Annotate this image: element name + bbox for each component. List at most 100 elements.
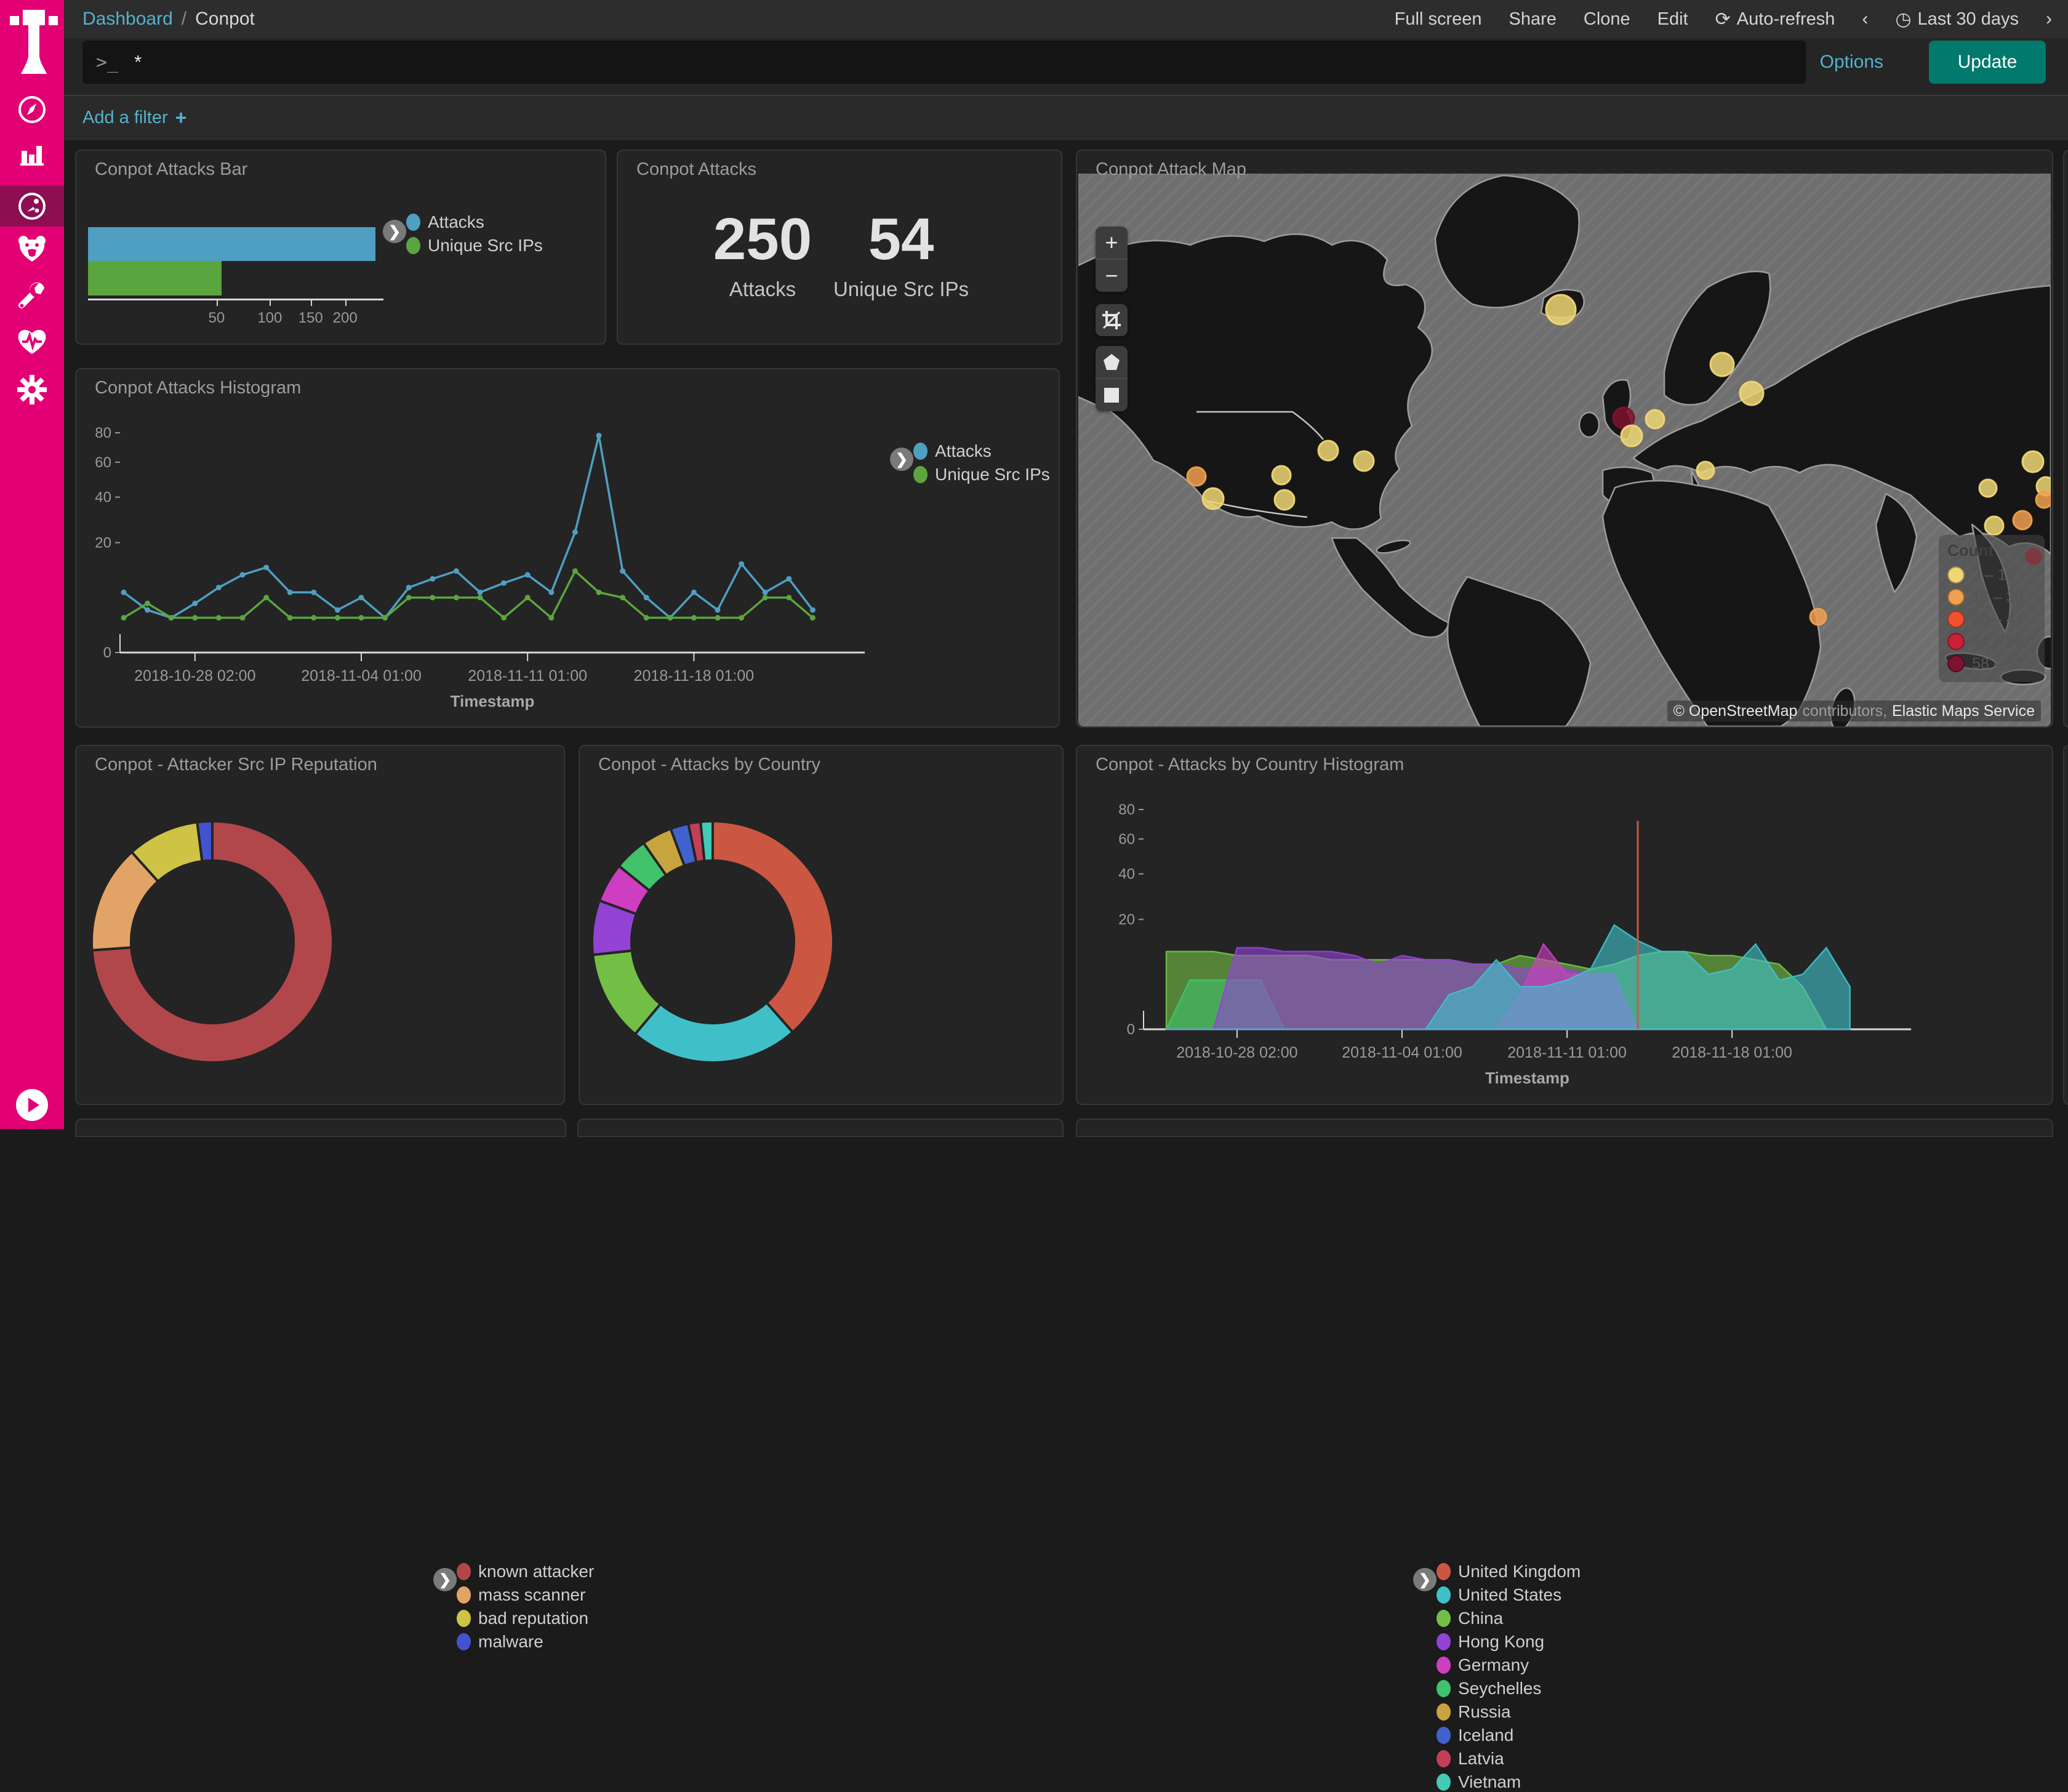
sidebar-item-discover[interactable] xyxy=(0,89,64,130)
sidebar-item-visualize[interactable] xyxy=(0,134,64,174)
clone-button[interactable]: Clone xyxy=(1584,9,1630,30)
share-button[interactable]: Share xyxy=(1509,9,1556,30)
metric-value: 54 xyxy=(827,210,975,269)
attribution-osm[interactable]: © OpenStreetMap xyxy=(1673,702,1798,720)
metric-label: Attacks xyxy=(692,278,833,301)
telekom-logo[interactable] xyxy=(10,10,58,77)
attack-bubble[interactable] xyxy=(2036,492,2051,508)
top-navbar: Dashboard / Conpot Full screen Share Clo… xyxy=(64,0,2068,38)
search-input[interactable]: >_ * xyxy=(82,41,1806,84)
sidebar-item-dev-tools[interactable] xyxy=(0,275,64,316)
legend-item[interactable]: Russia xyxy=(1437,1702,1511,1722)
bar-tick xyxy=(270,299,271,306)
legend-toggle[interactable]: ❯ xyxy=(433,1568,457,1591)
query-value: * xyxy=(134,51,142,73)
map-legend-dot xyxy=(1947,655,1965,672)
attack-bubble[interactable] xyxy=(2013,511,2032,529)
attack-bubble[interactable] xyxy=(1272,466,1291,484)
edit-button[interactable]: Edit xyxy=(1657,9,1688,30)
attack-bubble[interactable] xyxy=(1710,353,1734,376)
panel-src-ip-reputation: Conpot - Attacker Src IP Reputation ❯kno… xyxy=(75,745,565,1105)
legend-label: Attacks xyxy=(935,441,992,461)
legend-toggle[interactable]: ❯ xyxy=(383,220,406,243)
country-donut-chart xyxy=(580,746,1062,1104)
time-back-button[interactable]: ‹ xyxy=(1862,9,1868,30)
draw-polygon-button[interactable] xyxy=(1096,346,1128,378)
sidebar-item-management[interactable] xyxy=(0,369,64,410)
svg-text:2018-11-18 01:00: 2018-11-18 01:00 xyxy=(1672,1044,1792,1061)
legend-item[interactable]: Seychelles xyxy=(1437,1679,1541,1698)
sidebar-item-timelion[interactable] xyxy=(0,229,64,270)
legend-item[interactable]: Vietnam xyxy=(1437,1772,1521,1792)
legend-item[interactable]: malware xyxy=(457,1632,543,1652)
map-legend-dot xyxy=(1947,633,1965,650)
attack-bubble[interactable] xyxy=(1546,295,1576,324)
zoom-in-button[interactable]: + xyxy=(1096,227,1128,259)
legend-item[interactable]: Attacks xyxy=(406,212,484,232)
panel-attack-map: Conpot Attack Map xyxy=(1076,150,2053,728)
bar-Attacks[interactable] xyxy=(88,227,375,261)
legend-dot xyxy=(1437,1610,1451,1627)
reputation-donut-chart xyxy=(76,746,564,1104)
draw-rectangle-button[interactable] xyxy=(1096,378,1128,411)
gauge-icon xyxy=(17,191,47,221)
attack-bubble[interactable] xyxy=(1354,451,1374,471)
legend-item[interactable]: mass scanner xyxy=(457,1585,585,1605)
attack-bubble[interactable] xyxy=(1979,480,1997,497)
time-picker-button[interactable]: ◷ Last 30 days xyxy=(1895,9,2019,30)
attack-bubble[interactable] xyxy=(1203,488,1224,509)
zoom-out-button[interactable]: − xyxy=(1096,259,1128,292)
options-button[interactable]: Options xyxy=(1820,38,1883,86)
legend-item[interactable]: Attacks xyxy=(913,441,992,461)
clock-icon: ◷ xyxy=(1895,9,1911,30)
bar-tick-label: 100 xyxy=(257,310,282,327)
attack-bubble[interactable] xyxy=(1646,410,1664,428)
slice-United States[interactable] xyxy=(635,1003,793,1063)
legend-item[interactable]: United Kingdom xyxy=(1437,1562,1581,1581)
attack-bubble[interactable] xyxy=(1810,609,1826,625)
attribution-elastic[interactable]: Elastic Maps Service xyxy=(1892,702,2035,720)
breadcrumb-dashboard[interactable]: Dashboard xyxy=(82,9,173,30)
plus-icon: + xyxy=(175,106,187,129)
legend-item[interactable]: United States xyxy=(1437,1585,1561,1605)
attack-bubble[interactable] xyxy=(1697,462,1714,479)
fullscreen-button[interactable]: Full screen xyxy=(1395,9,1482,30)
svg-text:2018-10-28 02:00: 2018-10-28 02:00 xyxy=(1176,1044,1297,1061)
legend-item[interactable]: Iceland xyxy=(1437,1726,1513,1745)
legend-label: Hong Kong xyxy=(1458,1632,1544,1652)
attack-bubble[interactable] xyxy=(1621,425,1642,446)
legend-item[interactable]: Unique Src IPs xyxy=(406,236,543,255)
auto-refresh-button[interactable]: ⟳ Auto-refresh xyxy=(1715,9,1835,30)
legend-toggle[interactable]: ❯ xyxy=(1413,1568,1437,1591)
add-filter-button[interactable]: Add a filter+ xyxy=(82,96,186,139)
legend-item[interactable]: Unique Src IPs xyxy=(913,465,1050,484)
legend-item[interactable]: bad reputation xyxy=(457,1609,588,1628)
sidebar-item-dashboard[interactable] xyxy=(0,186,64,227)
bar-Unique Src IPs[interactable] xyxy=(88,261,222,295)
slice-United Kingdom[interactable] xyxy=(713,821,833,1032)
attack-bubble[interactable] xyxy=(1318,441,1338,460)
legend-item[interactable]: Latvia xyxy=(1437,1749,1504,1769)
attack-bubble[interactable] xyxy=(1740,382,1763,405)
attack-bubble[interactable] xyxy=(2022,451,2043,472)
attack-bubble[interactable] xyxy=(1275,490,1294,510)
sidebar-item-collapse[interactable] xyxy=(0,1085,64,1125)
time-forward-button[interactable]: › xyxy=(2046,9,2052,30)
world-map[interactable]: + − Count 2 xyxy=(1078,174,2051,726)
crop-icon xyxy=(1102,311,1121,329)
update-button[interactable]: Update xyxy=(1929,41,2046,84)
breadcrumb: Dashboard / Conpot xyxy=(82,0,255,38)
legend-label: Vietnam xyxy=(1458,1772,1521,1792)
sidebar-item-monitoring[interactable] xyxy=(0,321,64,362)
legend-item[interactable]: known attacker xyxy=(457,1562,594,1581)
partial-panel xyxy=(1076,1119,2053,1137)
fit-bounds-button[interactable] xyxy=(1096,304,1128,336)
legend-item[interactable]: China xyxy=(1437,1609,1503,1628)
legend-toggle[interactable]: ❯ xyxy=(890,448,913,471)
bar-tick xyxy=(217,299,218,306)
legend-item[interactable]: Germany xyxy=(1437,1655,1529,1675)
attack-bubble[interactable] xyxy=(1985,516,2003,535)
metric-label: Unique Src IPs xyxy=(827,278,975,301)
attack-bubble[interactable] xyxy=(1187,467,1206,486)
legend-item[interactable]: Hong Kong xyxy=(1437,1632,1544,1652)
